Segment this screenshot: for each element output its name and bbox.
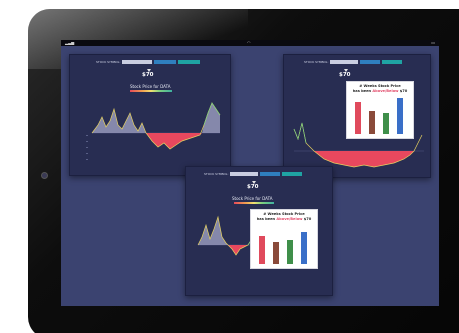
ticker-controls: STOCK SYMBOL: bbox=[284, 55, 430, 69]
ticker-input[interactable] bbox=[122, 60, 152, 64]
photo-stage: ▂▃▅ ◠ ▭ STOCK SYMBOL: $70 Stock Price fo… bbox=[0, 0, 459, 333]
popup-prefix: has been bbox=[352, 89, 373, 93]
ticker-controls: STOCK SYMBOL: bbox=[186, 167, 332, 181]
weeks-bar bbox=[273, 224, 279, 264]
color-scale-bar bbox=[234, 202, 274, 204]
weeks-bar bbox=[301, 224, 307, 264]
popup-title-line2: has been Above/Below $70 bbox=[251, 217, 317, 222]
price-threshold: $70 bbox=[247, 184, 259, 190]
signal-icon: ▂▃▅ bbox=[65, 40, 75, 45]
price-chart bbox=[86, 102, 221, 160]
front-camera bbox=[41, 172, 48, 179]
weeks-bar bbox=[369, 96, 375, 134]
weeks-bar-fill bbox=[383, 113, 389, 134]
price-chart bbox=[197, 215, 258, 256]
submit-button[interactable] bbox=[260, 172, 280, 176]
tablet-screen: ▂▃▅ ◠ ▭ STOCK SYMBOL: $70 Stock Price fo… bbox=[61, 40, 439, 306]
below-threshold-area bbox=[314, 151, 414, 167]
chart-title: Stock Price for DATA bbox=[232, 196, 273, 201]
ticker-input[interactable] bbox=[330, 60, 358, 64]
ticker-label: STOCK SYMBOL: bbox=[204, 172, 229, 176]
weeks-popup: # Weeks Stock Price has been Above/Below… bbox=[346, 81, 414, 139]
y-axis-ticks bbox=[86, 135, 88, 160]
weeks-bar-fill bbox=[273, 242, 279, 264]
submit-button[interactable] bbox=[360, 60, 380, 64]
reset-button[interactable] bbox=[382, 60, 402, 64]
chart-title: Stock Price for DATA bbox=[130, 84, 171, 89]
weeks-bar bbox=[383, 96, 389, 134]
weeks-popup: # Weeks Stock Price has been Above/Below… bbox=[250, 209, 318, 269]
ticker-label: STOCK SYMBOL: bbox=[304, 60, 329, 64]
weeks-bar-fill bbox=[369, 111, 375, 134]
ticker-label: STOCK SYMBOL: bbox=[96, 60, 121, 64]
ticker-input[interactable] bbox=[230, 172, 258, 176]
wifi-icon: ◠ bbox=[247, 40, 251, 45]
price-threshold: $70 bbox=[339, 72, 351, 78]
weeks-bar-fill bbox=[287, 240, 293, 264]
popup-title-line2: has been Above/Below $70 bbox=[347, 89, 413, 94]
battery-icon: ▭ bbox=[431, 40, 435, 45]
reset-button[interactable] bbox=[178, 60, 200, 64]
weeks-bar-fill bbox=[397, 97, 403, 134]
stock-panel-top-right: STOCK SYMBOL: $70 # Weeks Stock Price ha… bbox=[283, 54, 431, 178]
popup-prefix: has been bbox=[256, 217, 277, 221]
popup-suffix: $70 bbox=[302, 217, 312, 221]
weeks-bar bbox=[397, 96, 403, 134]
price-line-high bbox=[293, 122, 307, 144]
stock-panel-top-left: STOCK SYMBOL: $70 Stock Price for DATA bbox=[69, 54, 231, 176]
submit-button[interactable] bbox=[154, 60, 176, 64]
weeks-bar-fill bbox=[259, 236, 265, 264]
weeks-bar bbox=[287, 224, 293, 264]
weeks-bar bbox=[259, 224, 265, 264]
status-bar: ▂▃▅ ◠ ▭ bbox=[61, 40, 439, 46]
weeks-bar bbox=[355, 96, 361, 134]
reset-button[interactable] bbox=[282, 172, 302, 176]
color-scale-bar bbox=[130, 90, 172, 92]
price-threshold: $70 bbox=[142, 72, 154, 78]
popup-highlight: Above/Below bbox=[276, 217, 303, 221]
popup-suffix: $70 bbox=[398, 89, 408, 93]
stock-panel-bottom: STOCK SYMBOL: $70 Stock Price for DATA #… bbox=[185, 166, 333, 296]
weeks-bar-fill bbox=[355, 101, 361, 134]
ticker-controls: STOCK SYMBOL: bbox=[70, 55, 230, 69]
weeks-bar-fill bbox=[301, 232, 307, 264]
popup-highlight: Above/Below bbox=[372, 89, 399, 93]
